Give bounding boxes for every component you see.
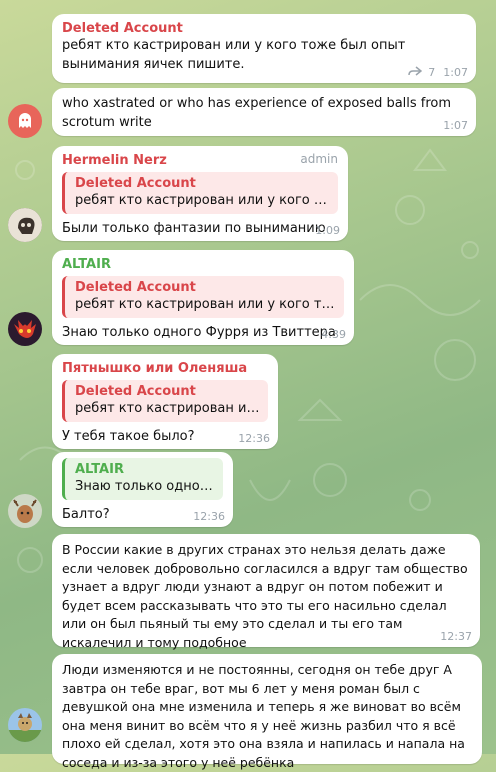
message-time: 12:36 [193, 510, 225, 523]
message-time: 1:09 [315, 224, 340, 237]
quote-author: Deleted Account [75, 384, 196, 399]
message-text: В России какие в других странах это нель… [62, 542, 468, 650]
quote-author: Deleted Account [75, 176, 196, 191]
quote-author: ALTAIR [75, 462, 124, 477]
message-bubble[interactable]: Люди изменяются и не постоянны, сегодня … [52, 654, 482, 770]
red-dragon-avatar[interactable] [8, 312, 42, 346]
forward-icon[interactable] [408, 66, 423, 79]
quote-text: ребят кто кастрирован или у … [75, 401, 260, 416]
message-time: 4:39 [321, 328, 346, 341]
message-text: Люди изменяются и не постоянны, сегодня … [62, 662, 465, 770]
message-text: У тебя такое было? [62, 429, 195, 444]
quote-author: Deleted Account [75, 280, 196, 295]
message-bubble[interactable]: who xastrated or who has experience of e… [52, 88, 476, 136]
deer-avatar[interactable] [8, 494, 42, 528]
message-text: who xastrated or who has experience of e… [62, 96, 452, 130]
reply-quote[interactable]: Deleted Account ребят кто кастрирован ил… [62, 276, 344, 318]
reply-quote[interactable]: Deleted Account ребят кто кастрирован ил… [62, 380, 268, 422]
message-author[interactable]: ALTAIR [62, 256, 344, 273]
message-time: 12:36 [238, 432, 270, 445]
message-bubble[interactable]: ALTAIR Знаю только одного … Балто? 12:36 [52, 452, 233, 527]
message-bubble[interactable]: Hermelin Nerz admin Deleted Account ребя… [52, 146, 348, 241]
quote-text: Знаю только одного … [75, 479, 215, 494]
skull-avatar[interactable] [8, 208, 42, 242]
message-bubble[interactable]: Deleted Account ребят кто кастрирован ил… [52, 14, 476, 83]
cartoon-character-avatar[interactable] [8, 708, 42, 742]
quote-text: ребят кто кастрирован или у кого тоже б… [75, 297, 336, 312]
ghost-avatar[interactable] [8, 104, 42, 138]
message-text: ребят кто кастрирован или у кого тоже бы… [62, 38, 406, 72]
message-meta: 7 1:07 [408, 66, 468, 79]
message-time: 1:07 [443, 119, 468, 132]
message-time: 12:37 [440, 630, 472, 643]
message-text: Знаю только одного Фурря из Твиттера [62, 325, 336, 340]
message-author[interactable]: Deleted Account [62, 20, 466, 37]
reply-count: 7 [428, 66, 436, 79]
message-author[interactable]: Hermelin Nerz [62, 152, 338, 169]
admin-badge: admin [300, 152, 338, 166]
message-bubble[interactable]: В России какие в других странах это нель… [52, 534, 480, 650]
message-bubble[interactable]: ALTAIR Deleted Account ребят кто кастрир… [52, 250, 354, 345]
message-author[interactable]: Пятнышко или Оленяша [62, 360, 268, 377]
message-bubble[interactable]: Пятнышко или Оленяша Deleted Account реб… [52, 354, 278, 449]
quote-text: ребят кто кастрирован или у кого тоже … [75, 193, 330, 208]
reply-quote[interactable]: ALTAIR Знаю только одного … [62, 458, 223, 500]
reply-quote[interactable]: Deleted Account ребят кто кастрирован ил… [62, 172, 338, 214]
message-time: 1:07 [443, 66, 468, 79]
message-text: Были только фантазии по выниманию [62, 221, 326, 236]
